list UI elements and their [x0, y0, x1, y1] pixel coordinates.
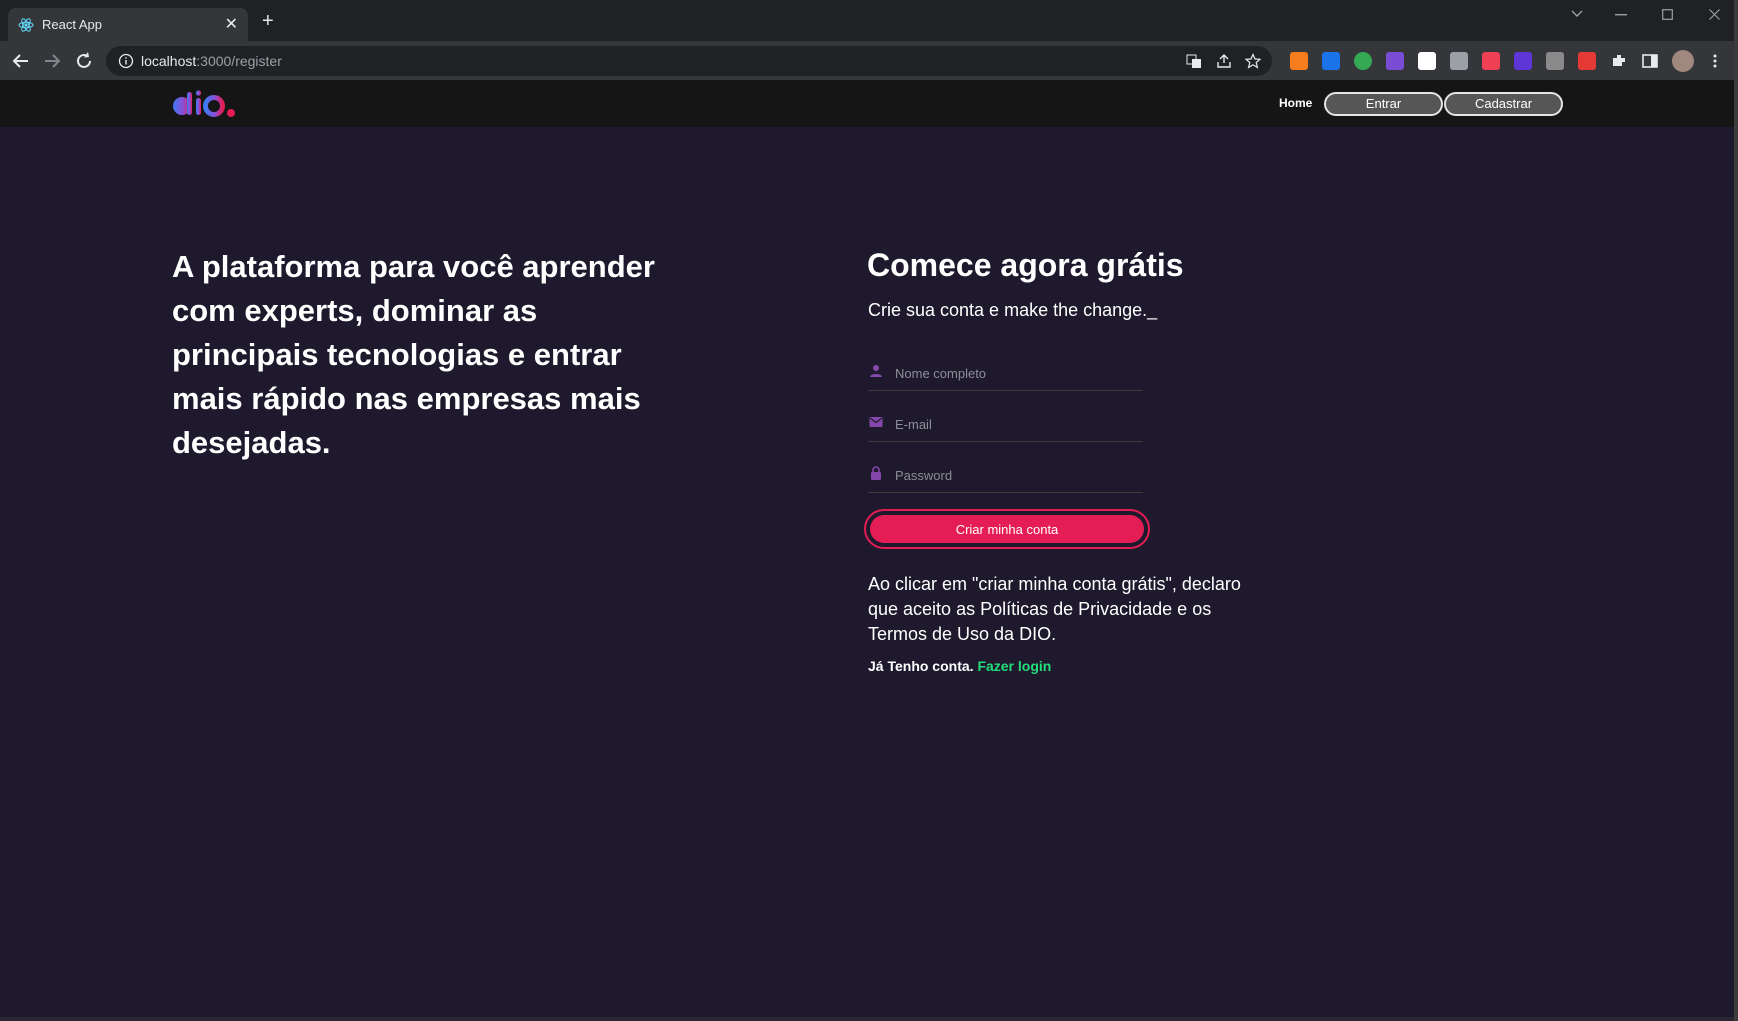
terms-text: Ao clicar em "criar minha conta grátis",…	[868, 574, 1241, 644]
mail-icon	[869, 417, 883, 427]
chevron-down-icon[interactable]	[1571, 10, 1583, 18]
hero-heading: A plataforma para você aprender com expe…	[172, 249, 655, 460]
extension-white-icon[interactable]	[1418, 52, 1436, 70]
minimize-icon[interactable]	[1615, 14, 1627, 16]
avatar[interactable]	[1672, 50, 1694, 72]
login-link[interactable]: Fazer login	[977, 658, 1051, 674]
register-button[interactable]: Cadastrar	[1444, 92, 1563, 116]
extension-gray-icon[interactable]	[1450, 52, 1468, 70]
have-account-text: Já Tenho conta.	[868, 658, 974, 674]
lock-icon	[871, 466, 881, 480]
extension-purple-icon[interactable]	[1514, 52, 1532, 70]
share-icon[interactable]	[1216, 53, 1232, 69]
browser-toolbar: localhost:3000/register	[0, 41, 1738, 81]
extension-green-icon[interactable]	[1354, 52, 1372, 70]
create-account-button[interactable]: Criar minha conta	[870, 515, 1144, 543]
login-button[interactable]: Entrar	[1324, 92, 1443, 116]
window-close-icon[interactable]	[1709, 9, 1720, 20]
puzzle-icon[interactable]	[1610, 52, 1628, 70]
extension-feather-icon[interactable]	[1386, 52, 1404, 70]
back-icon[interactable]	[10, 50, 32, 72]
info-icon[interactable]	[118, 53, 134, 69]
name-input[interactable]	[893, 361, 1137, 385]
have-account-line: Já Tenho conta. Fazer login	[868, 658, 1051, 674]
url-host: localhost	[141, 53, 197, 69]
form-title: Comece agora grátis	[867, 247, 1184, 283]
password-input[interactable]	[893, 463, 1137, 487]
browser-tab-bar: React App ✕ +	[0, 0, 1738, 41]
user-icon	[870, 365, 882, 377]
url-path: :3000/register	[196, 53, 282, 69]
bottom-strip	[0, 1017, 1738, 1021]
address-bar[interactable]: localhost:3000/register	[106, 46, 1272, 76]
dio-logo[interactable]	[172, 89, 238, 119]
reload-icon[interactable]	[73, 50, 95, 72]
forward-icon[interactable]	[41, 50, 63, 72]
close-icon[interactable]: ✕	[225, 14, 238, 34]
name-field[interactable]	[868, 360, 1143, 391]
new-tab-icon[interactable]: +	[262, 11, 274, 31]
translate-icon[interactable]	[1186, 53, 1202, 69]
nav-home-link[interactable]: Home	[1279, 96, 1312, 110]
form-subtitle: Crie sua conta e make the change._	[868, 300, 1158, 320]
submit-button-frame: Criar minha conta	[864, 509, 1150, 549]
extension-blue-icon[interactable]	[1322, 52, 1340, 70]
email-field[interactable]	[868, 411, 1143, 442]
extension-chart-icon[interactable]	[1290, 52, 1308, 70]
browser-tab[interactable]: React App ✕	[8, 8, 248, 41]
extension-pdf-icon[interactable]	[1546, 52, 1564, 70]
star-icon[interactable]	[1245, 53, 1261, 69]
sidebar-icon[interactable]	[1641, 52, 1659, 70]
url-text[interactable]: localhost:3000/register	[141, 53, 282, 69]
site-header: Home Entrar Cadastrar	[0, 80, 1738, 127]
password-field[interactable]	[868, 462, 1143, 493]
pocket-icon[interactable]	[1482, 52, 1500, 70]
window-edge	[1734, 0, 1738, 1021]
tab-title: React App	[42, 17, 102, 32]
react-icon	[18, 18, 34, 32]
maximize-icon[interactable]	[1662, 9, 1673, 20]
menu-dots-icon[interactable]	[1706, 52, 1724, 70]
email-input[interactable]	[893, 412, 1137, 436]
extension-red-icon[interactable]	[1578, 52, 1596, 70]
